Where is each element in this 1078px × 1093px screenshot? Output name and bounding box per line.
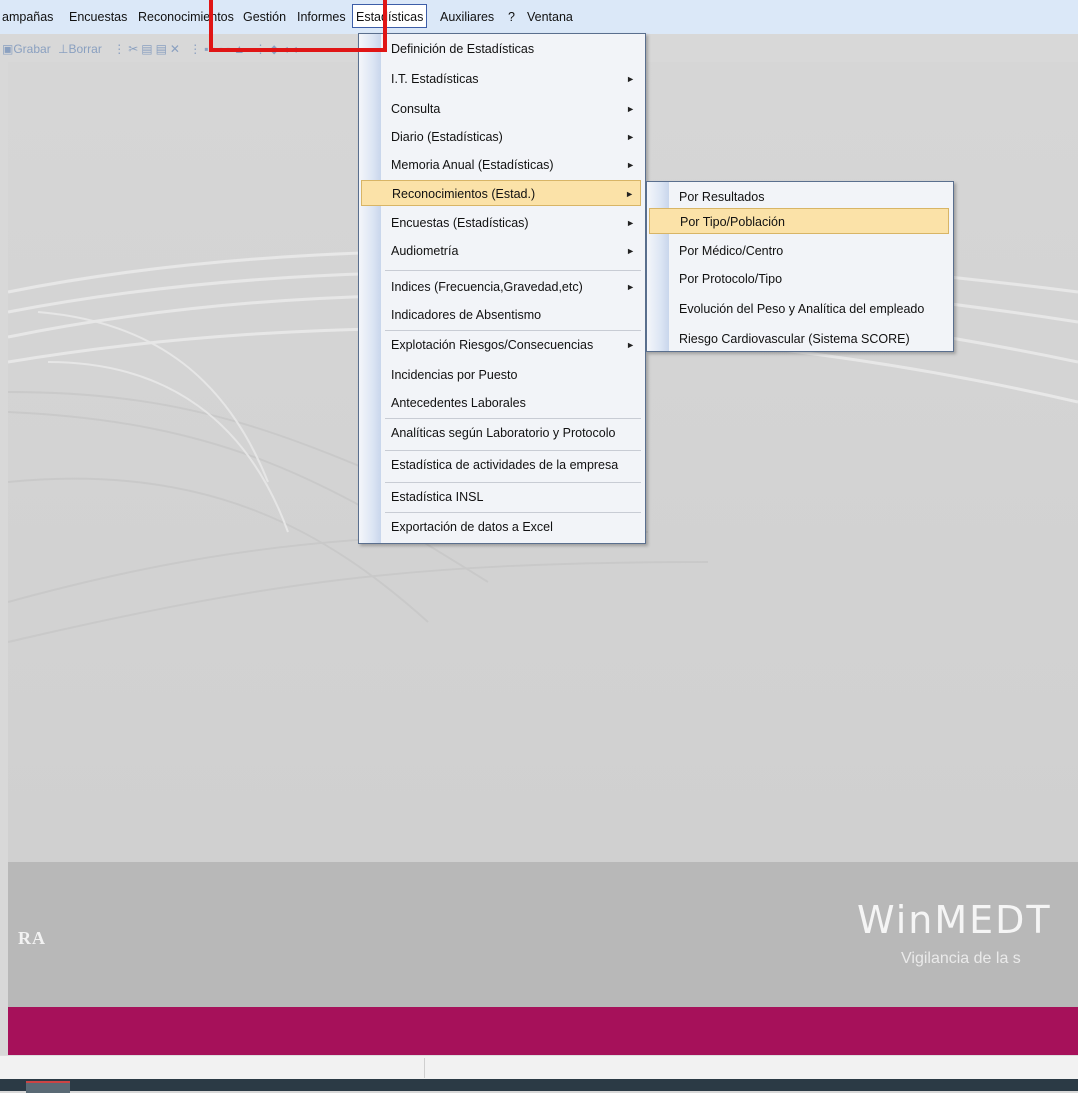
delete-button[interactable]: Borrar <box>69 42 102 56</box>
menu-item-label: Exportación de datos a Excel <box>391 520 553 534</box>
estadisticas-menu: Definición de Estadísticas I.T. Estadísti… <box>358 33 646 544</box>
submenu-arrow-icon: ► <box>626 160 635 170</box>
menu-separator <box>385 270 641 271</box>
menu-item-label: Antecedentes Laborales <box>391 396 526 410</box>
footer-bar <box>8 1007 1078 1055</box>
taskbar-app-icon[interactable] <box>26 1081 70 1093</box>
save-icon: ▣ <box>2 42 14 56</box>
menu-separator <box>385 418 641 419</box>
menu-item-label: Estadística INSL <box>391 490 484 504</box>
status-divider <box>424 1058 425 1078</box>
menu-item-label: Indicadores de Absentismo <box>391 308 542 322</box>
menu-item-1[interactable]: I.T. Estadísticas ► <box>361 66 641 92</box>
footer-left-text: RA <box>18 928 46 948</box>
menu-item-5[interactable]: Reconocimientos (Estad.) ► <box>361 180 641 206</box>
menu-item-label: Estadística de actividades de la empresa <box>391 458 619 472</box>
submenu-item-0[interactable]: Por Resultados <box>649 184 949 210</box>
menu-item-16[interactable]: Exportación de datos a Excel <box>361 514 641 540</box>
menu-item-12[interactable]: Antecedentes Laborales <box>361 390 641 416</box>
menu-item-6[interactable]: Encuestas (Estadísticas) ► <box>361 210 641 236</box>
submenu-item-2[interactable]: Por Médico/Centro <box>649 238 949 264</box>
menu-item-3[interactable]: Diario (Estadísticas) ► <box>361 124 641 150</box>
menu-encuestas[interactable]: Encuestas <box>69 4 127 30</box>
submenu-item-label: Por Resultados <box>679 190 765 204</box>
menu-item-label: Reconocimientos (Estad.) <box>392 187 536 201</box>
menubar: ampañas Encuestas Reconocimientos Gestió… <box>0 0 1078 34</box>
menu-item-label: Definición de Estadísticas <box>391 42 535 56</box>
menu-item-label: Audiometría <box>391 244 459 258</box>
menu-item-0[interactable]: Definición de Estadísticas <box>361 36 641 62</box>
menu-separator <box>385 450 641 451</box>
menu-item-label: Consulta <box>391 102 441 116</box>
menu-separator <box>385 482 641 483</box>
submenu-item-3[interactable]: Por Protocolo/Tipo <box>649 266 949 292</box>
menu-item-label: Incidencias por Puesto <box>391 368 518 382</box>
menu-item-8[interactable]: Indices (Frecuencia,Gravedad,etc) ► <box>361 274 641 300</box>
menu-separator <box>385 330 641 331</box>
submenu-item-4[interactable]: Evolución del Peso y Analítica del emple… <box>649 296 949 322</box>
brand-subtitle: Vigilancia de la s <box>901 950 1021 967</box>
menu-item-label: Diario (Estadísticas) <box>391 130 503 144</box>
menu-item-9[interactable]: Indicadores de Absentismo <box>361 302 641 328</box>
menu-separator <box>385 512 641 513</box>
submenu-arrow-icon: ► <box>626 246 635 256</box>
submenu-arrow-icon: ► <box>626 218 635 228</box>
submenu-item-5[interactable]: Riesgo Cardiovascular (Sistema SCORE) <box>649 326 949 352</box>
brand-logo: WinMEDT <box>857 898 1052 942</box>
menu-item-4[interactable]: Memoria Anual (Estadísticas) ► <box>361 152 641 178</box>
submenu-arrow-icon: ► <box>625 189 634 199</box>
menu-item-label: Indices (Frecuencia,Gravedad,etc) <box>391 280 583 294</box>
submenu-item-label: Por Protocolo/Tipo <box>679 272 783 286</box>
menu-item-15[interactable]: Estadística INSL <box>361 484 641 510</box>
menu-item-label: Memoria Anual (Estadísticas) <box>391 158 554 172</box>
reconocimientos-submenu: Por Resultados Por Tipo/Población Por Médi… <box>646 181 954 352</box>
submenu-item-1[interactable]: Por Tipo/Población <box>649 208 949 234</box>
taskbar <box>0 1079 1078 1091</box>
menu-ventana[interactable]: Ventana <box>527 4 573 30</box>
submenu-item-label: Riesgo Cardiovascular (Sistema SCORE) <box>679 332 910 346</box>
annotation-highlight-box <box>209 0 387 52</box>
save-button[interactable]: Grabar <box>13 42 50 56</box>
status-bar <box>0 1055 1078 1080</box>
menu-item-label: Encuestas (Estadísticas) <box>391 216 529 230</box>
menu-auxiliares[interactable]: Auxiliares <box>440 4 494 30</box>
menu-campanas[interactable]: ampañas <box>2 4 53 30</box>
submenu-arrow-icon: ► <box>626 74 635 84</box>
menu-item-14[interactable]: Estadística de actividades de la empresa <box>361 452 641 478</box>
submenu-arrow-icon: ► <box>626 282 635 292</box>
submenu-item-label: Por Tipo/Población <box>680 215 785 229</box>
submenu-arrow-icon: ► <box>626 340 635 350</box>
menu-item-7[interactable]: Audiometría ► <box>361 238 641 264</box>
menu-item-2[interactable]: Consulta ► <box>361 96 641 122</box>
menu-help[interactable]: ? <box>508 4 515 30</box>
submenu-arrow-icon: ► <box>626 104 635 114</box>
delete-icon: ⊥ <box>58 42 69 56</box>
submenu-item-label: Por Médico/Centro <box>679 244 784 258</box>
menu-item-10[interactable]: Explotación Riesgos/Consecuencias ► <box>361 332 641 358</box>
menu-item-11[interactable]: Incidencias por Puesto <box>361 362 641 388</box>
menu-item-13[interactable]: Analíticas según Laboratorio y Protocolo <box>361 420 641 446</box>
submenu-item-label: Evolución del Peso y Analítica del emple… <box>679 302 925 316</box>
menu-item-label: Analíticas según Laboratorio y Protocolo <box>391 426 616 440</box>
submenu-arrow-icon: ► <box>626 132 635 142</box>
menu-item-label: Explotación Riesgos/Consecuencias <box>391 338 594 352</box>
menu-item-label: I.T. Estadísticas <box>391 72 479 86</box>
